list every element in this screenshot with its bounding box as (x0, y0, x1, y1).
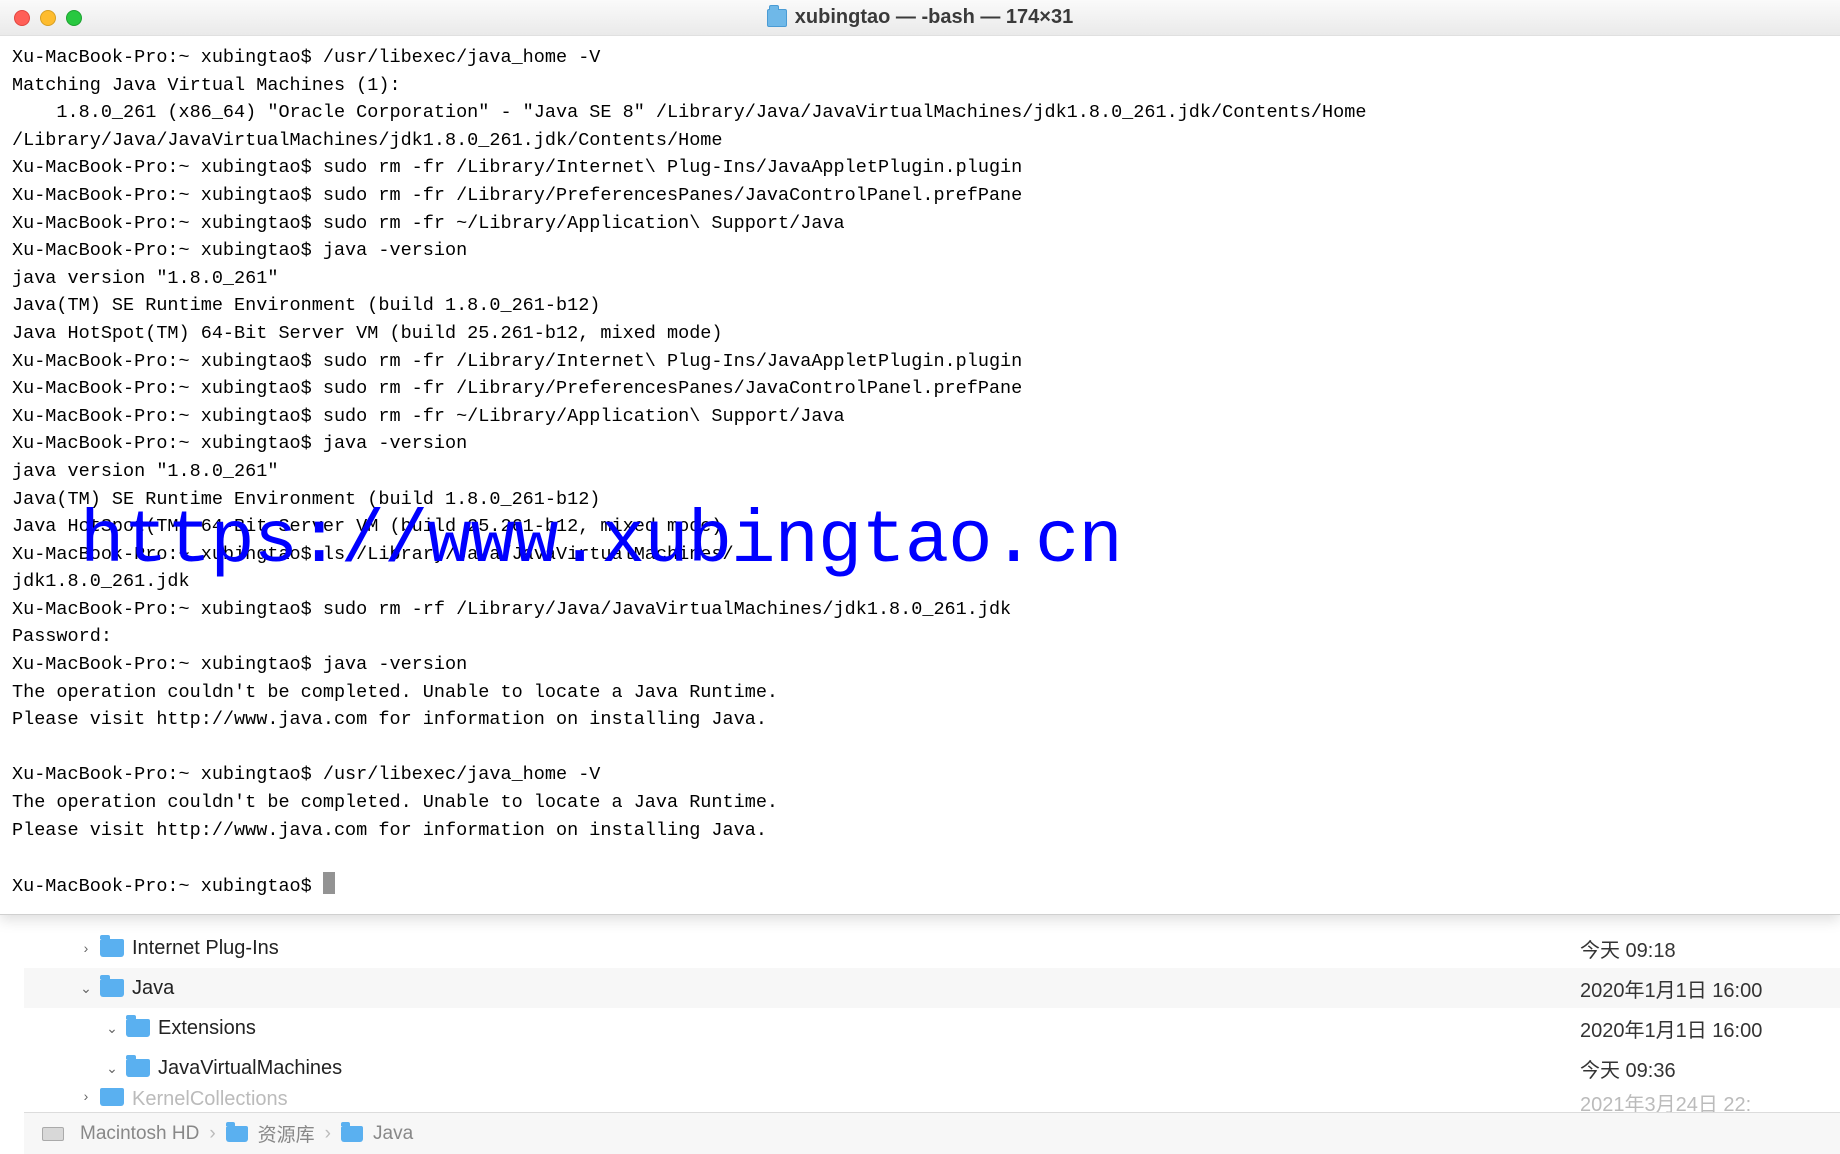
date-modified: 2021年3月24日 22: (1580, 1088, 1840, 1112)
finder-pathbar: Macintosh HD › 资源库 › Java (24, 1112, 1840, 1154)
window-titlebar[interactable]: xubingtao — -bash — 174×31 (0, 0, 1840, 36)
window-title: xubingtao — -bash — 174×31 (0, 6, 1840, 29)
folder-icon (126, 1059, 150, 1077)
disclosure-arrow-icon[interactable]: ⌄ (104, 1020, 120, 1037)
path-segment[interactable]: Java (373, 1123, 413, 1145)
terminal-body[interactable]: Xu-MacBook-Pro:~ xubingtao$ /usr/libexec… (0, 36, 1840, 914)
folder-icon (100, 979, 124, 997)
finder-row[interactable]: ⌄ Java 2020年1月1日 16:00 (24, 968, 1840, 1008)
folder-icon (100, 939, 124, 957)
disclosure-arrow-icon[interactable]: › (78, 1088, 94, 1104)
date-modified: 2020年1月1日 16:00 (1580, 1014, 1840, 1043)
folder-name: Java (132, 977, 1580, 1000)
date-modified: 今天 09:36 (1580, 1054, 1840, 1083)
terminal-prompt: Xu-MacBook-Pro:~ xubingtao$ (12, 876, 323, 897)
path-segment[interactable]: Macintosh HD (80, 1123, 199, 1145)
chevron-icon: › (209, 1123, 215, 1145)
folder-icon (226, 1126, 248, 1142)
disclosure-arrow-icon[interactable]: › (78, 940, 94, 956)
minimize-button[interactable] (40, 10, 56, 26)
terminal-cursor (323, 872, 335, 894)
terminal-window: xubingtao — -bash — 174×31 Xu-MacBook-Pr… (0, 0, 1840, 915)
date-modified: 2020年1月1日 16:00 (1580, 974, 1840, 1003)
disclosure-arrow-icon[interactable]: ⌄ (104, 1060, 120, 1077)
finder-row[interactable]: ⌄ JavaVirtualMachines 今天 09:36 (24, 1048, 1840, 1088)
folder-name: JavaVirtualMachines (158, 1057, 1580, 1080)
folder-name: Extensions (158, 1017, 1580, 1040)
finder-row[interactable]: › Internet Plug-Ins 今天 09:18 (24, 928, 1840, 968)
traffic-lights (14, 10, 82, 26)
folder-name: KernelCollections (132, 1088, 1580, 1111)
hdd-icon (42, 1127, 64, 1141)
window-title-text: xubingtao — -bash — 174×31 (795, 6, 1073, 29)
close-button[interactable] (14, 10, 30, 26)
folder-icon (100, 1088, 124, 1106)
chevron-icon: › (325, 1123, 331, 1145)
maximize-button[interactable] (66, 10, 82, 26)
path-segment[interactable]: 资源库 (258, 1120, 315, 1147)
disclosure-arrow-icon[interactable]: ⌄ (78, 980, 94, 997)
folder-icon (126, 1019, 150, 1037)
finder-row[interactable]: ⌄ Extensions 2020年1月1日 16:00 (24, 1008, 1840, 1048)
home-folder-icon (767, 9, 787, 27)
folder-icon (341, 1126, 363, 1142)
folder-name: Internet Plug-Ins (132, 937, 1580, 960)
date-modified: 今天 09:18 (1580, 934, 1840, 963)
finder-row[interactable]: › KernelCollections 2021年3月24日 22: (24, 1088, 1840, 1112)
finder-list: › Internet Plug-Ins 今天 09:18 ⌄ Java 2020… (24, 928, 1840, 1112)
